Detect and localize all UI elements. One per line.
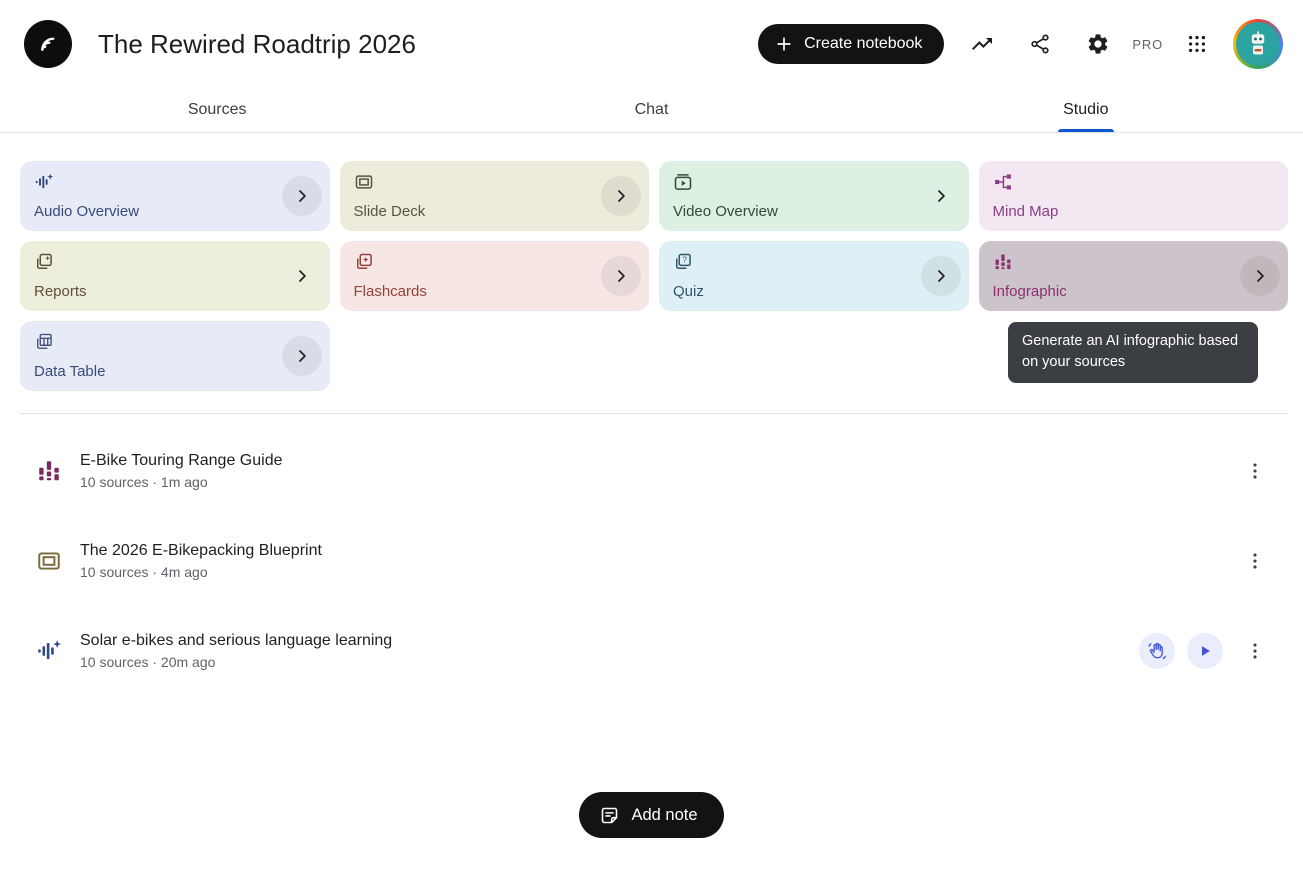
tab-sources[interactable]: Sources — [0, 88, 434, 132]
studio-card-label: Video Overview — [673, 203, 778, 220]
share-button[interactable] — [1020, 24, 1060, 64]
tab-studio[interactable]: Studio — [869, 88, 1303, 132]
chevron-right-icon[interactable] — [282, 176, 322, 216]
artifact-title[interactable]: The 2026 E-Bikepacking Blueprint — [80, 542, 1235, 560]
apps-grid-button[interactable] — [1177, 24, 1217, 64]
svg-text:?: ? — [682, 256, 687, 265]
add-note-label: Add note — [631, 806, 697, 825]
interactive-mode-button[interactable] — [1139, 633, 1175, 669]
artifact-title[interactable]: E-Bike Touring Range Guide — [80, 452, 1235, 470]
chevron-right-icon[interactable] — [921, 256, 961, 296]
artifact-row-solar-e-bikes-and-serious-language-learning[interactable]: Solar e-bikes and serious language learn… — [36, 606, 1275, 696]
tab-sources-label: Sources — [188, 101, 247, 119]
video-overview-icon — [673, 172, 693, 192]
audio-waveform-icon — [34, 172, 54, 192]
tab-bar: Sources Chat Studio — [0, 88, 1303, 133]
create-notebook-label: Create notebook — [804, 35, 922, 53]
artifact-actions — [1235, 451, 1275, 491]
studio-card-mind-map[interactable]: Mind Map — [979, 161, 1289, 231]
chevron-right-icon[interactable] — [921, 176, 961, 216]
active-tab-indicator — [1058, 129, 1114, 132]
more-options-button[interactable] — [1235, 631, 1275, 671]
user-avatar[interactable] — [1233, 19, 1283, 69]
audio-waveform-icon — [36, 638, 62, 664]
notebook-title[interactable]: The Rewired Roadtrip 2026 — [98, 29, 416, 60]
trending-up-icon — [970, 32, 994, 56]
footer: Add note — [0, 792, 1303, 838]
notebooklm-logo-icon[interactable] — [24, 20, 72, 68]
studio-card-video-overview[interactable]: Video Overview — [659, 161, 969, 231]
chevron-right-icon[interactable] — [601, 256, 641, 296]
apps-grid-icon — [1186, 33, 1208, 55]
plus-icon — [774, 34, 794, 54]
share-icon — [1029, 33, 1051, 55]
artifact-row-the-2026-e-bikepacking-blueprint[interactable]: The 2026 E-Bikepacking Blueprint 10 sourc… — [36, 516, 1275, 606]
play-icon — [1196, 642, 1214, 660]
studio-card-label: Quiz — [673, 283, 704, 300]
quiz-icon: ? — [673, 252, 693, 272]
artifact-title[interactable]: Solar e-bikes and serious language learn… — [80, 632, 1139, 650]
chevron-right-icon[interactable] — [601, 176, 641, 216]
artifact-row-e-bike-touring-range-guide[interactable]: E-Bike Touring Range Guide 10 sources · 1… — [36, 426, 1275, 516]
slide-deck-icon — [36, 548, 62, 574]
artifact-meta: 10 sources · 4m ago — [80, 564, 1235, 580]
artifact-actions — [1139, 631, 1275, 671]
kebab-menu-icon — [1244, 640, 1266, 662]
artifact-meta: 10 sources · 20m ago — [80, 654, 1139, 670]
studio-card-label: Infographic — [993, 283, 1067, 300]
play-audio-button[interactable] — [1187, 633, 1223, 669]
studio-card-flashcards[interactable]: Flashcards — [340, 241, 650, 311]
studio-card-label: Slide Deck — [354, 203, 426, 220]
artifact-meta: 10 sources · 1m ago — [80, 474, 1235, 490]
kebab-menu-icon — [1244, 460, 1266, 482]
artifact-actions — [1235, 541, 1275, 581]
artifact-text: E-Bike Touring Range Guide 10 sources · 1… — [80, 452, 1235, 490]
note-icon — [599, 805, 620, 826]
infographic-tooltip: Generate an AI infographic based on your… — [1008, 322, 1258, 383]
more-options-button[interactable] — [1235, 541, 1275, 581]
tab-chat[interactable]: Chat — [434, 88, 868, 132]
add-note-button[interactable]: Add note — [579, 792, 723, 838]
analytics-button[interactable] — [962, 24, 1002, 64]
studio-card-reports[interactable]: Reports — [20, 241, 330, 311]
studio-card-label: Data Table — [34, 363, 105, 380]
header-actions: Create notebook PRO — [758, 19, 1283, 69]
artifact-list: E-Bike Touring Range Guide 10 sources · 1… — [0, 414, 1303, 696]
settings-button[interactable] — [1078, 24, 1118, 64]
chevron-right-icon[interactable] — [282, 256, 322, 296]
hand-wave-icon — [1147, 641, 1167, 661]
tab-studio-label: Studio — [1063, 101, 1108, 119]
studio-card-label: Flashcards — [354, 283, 427, 300]
robot-avatar-image — [1236, 22, 1280, 66]
studio-card-label: Reports — [34, 283, 87, 300]
studio-card-data-table[interactable]: Data Table — [20, 321, 330, 391]
infographic-icon — [993, 252, 1013, 272]
studio-card-slide-deck[interactable]: Slide Deck — [340, 161, 650, 231]
slide-deck-icon — [354, 172, 374, 192]
mind-map-icon — [993, 172, 1013, 192]
flashcards-icon — [354, 252, 374, 272]
studio-card-label: Audio Overview — [34, 203, 139, 220]
reports-icon — [34, 252, 54, 272]
artifact-text: Solar e-bikes and serious language learn… — [80, 632, 1139, 670]
app-header: The Rewired Roadtrip 2026 Create noteboo… — [0, 0, 1303, 88]
artifact-text: The 2026 E-Bikepacking Blueprint 10 sourc… — [80, 542, 1235, 580]
studio-card-label: Mind Map — [993, 203, 1059, 220]
tab-chat-label: Chat — [635, 101, 669, 119]
chevron-right-icon[interactable] — [1240, 256, 1280, 296]
more-options-button[interactable] — [1235, 451, 1275, 491]
studio-card-audio-overview[interactable]: Audio Overview — [20, 161, 330, 231]
gear-icon — [1086, 32, 1110, 56]
create-notebook-button[interactable]: Create notebook — [758, 24, 944, 64]
pro-badge: PRO — [1132, 37, 1163, 52]
data-table-icon — [34, 332, 54, 352]
chevron-right-icon[interactable] — [282, 336, 322, 376]
studio-card-infographic[interactable]: Infographic — [979, 241, 1289, 311]
studio-card-quiz[interactable]: ? Quiz — [659, 241, 969, 311]
kebab-menu-icon — [1244, 550, 1266, 572]
infographic-icon — [36, 458, 62, 484]
